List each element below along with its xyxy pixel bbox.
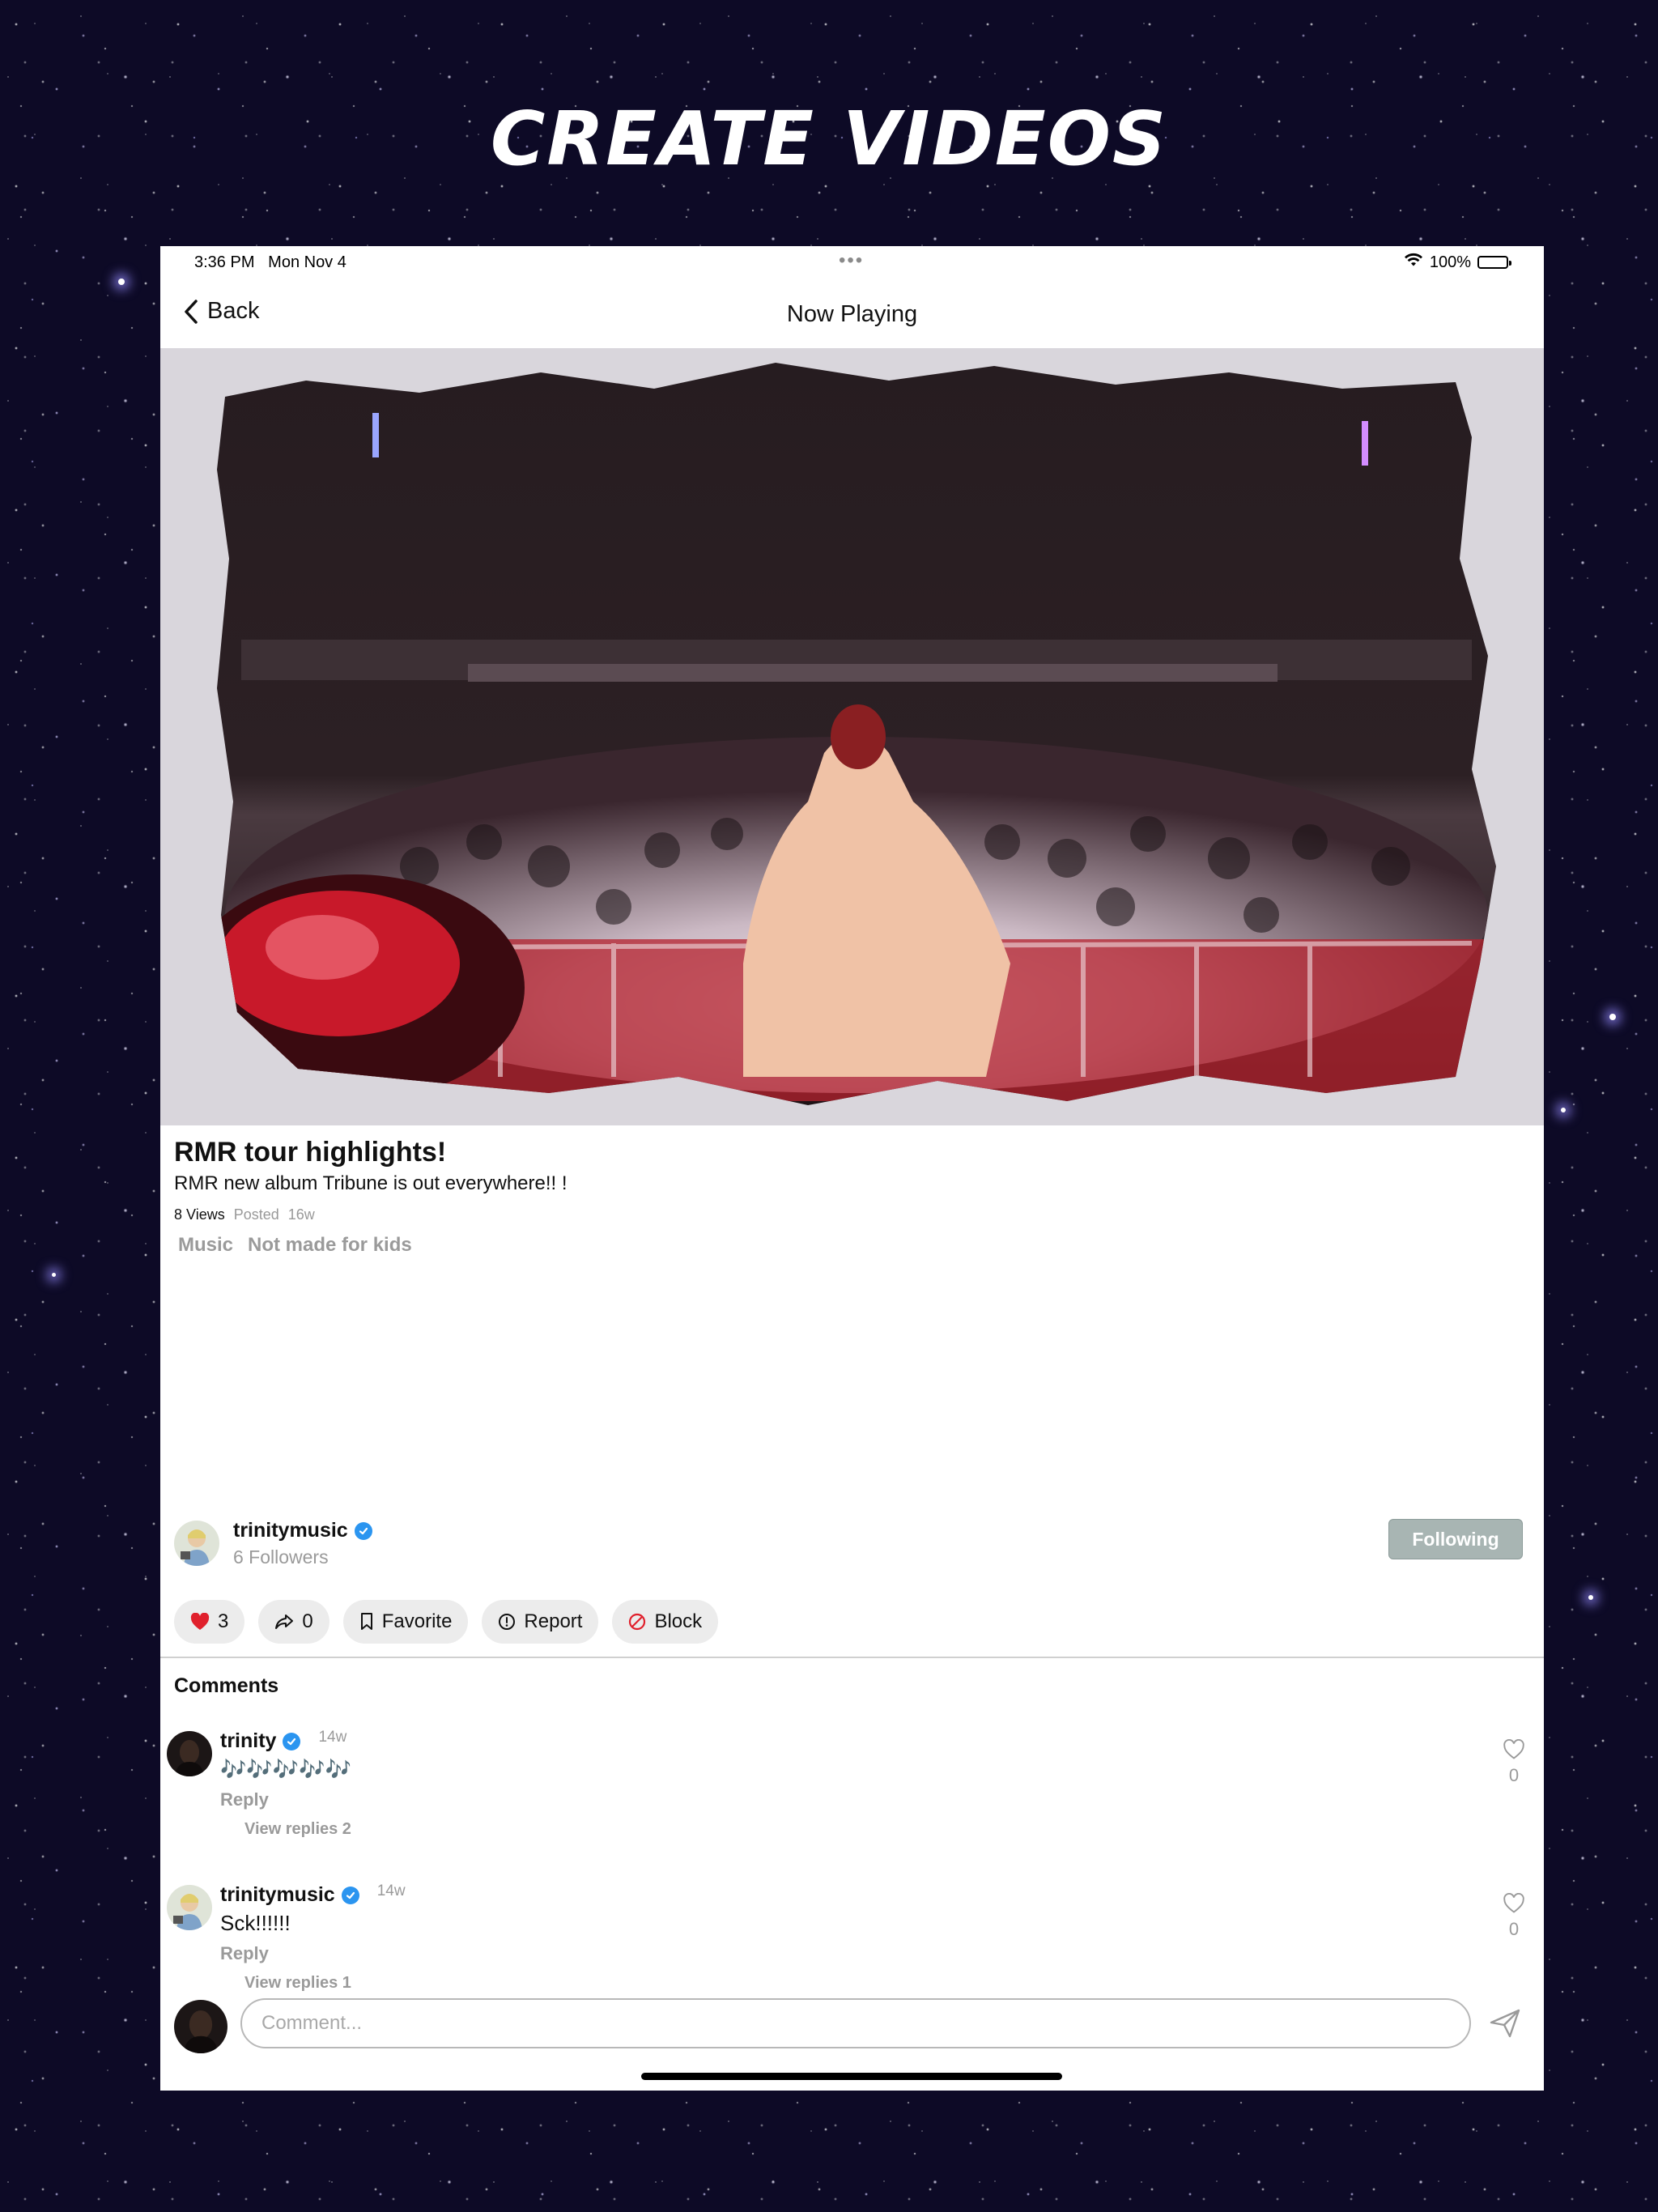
comment-text: Sck!!!!!! xyxy=(220,1911,291,1935)
share-button[interactable]: 0 xyxy=(258,1600,329,1644)
commenter-name[interactable]: trinity 14w xyxy=(220,1729,346,1753)
verified-badge-icon xyxy=(341,1886,359,1904)
current-user-avatar xyxy=(174,2000,227,2053)
comment-age: 14w xyxy=(376,1882,406,1899)
home-indicator[interactable] xyxy=(641,2073,1062,2080)
channel-name[interactable]: trinitymusic xyxy=(233,1519,372,1542)
comment-item: trinitymusic 14w Sck!!!!!! Reply View re… xyxy=(167,1882,1535,1995)
view-replies-link[interactable]: View replies 1 xyxy=(244,1974,351,1993)
comment-item: trinity 14w 🎶🎶🎶🎶🎶 Reply View replies 2 0 xyxy=(167,1728,1535,1841)
posted-label: Posted xyxy=(233,1206,279,1223)
report-button[interactable]: Report xyxy=(482,1600,599,1644)
posted-age: 16w xyxy=(287,1206,315,1223)
status-bar: 3:36 PM Mon Nov 4 ••• 100% xyxy=(160,246,1544,279)
channel-avatar[interactable] xyxy=(174,1521,219,1566)
video-tags: Music Not made for kids xyxy=(178,1234,412,1257)
heart-outline-icon xyxy=(1503,1738,1524,1759)
block-button[interactable]: Block xyxy=(612,1600,719,1644)
channel-row: trinitymusic 6 Followers Following xyxy=(174,1519,1534,1576)
send-paper-plane-icon xyxy=(1490,2009,1520,2038)
action-bar: 3 0 Favorite Report Block xyxy=(174,1600,719,1644)
wifi-icon xyxy=(1404,253,1423,272)
section-divider xyxy=(160,1657,1544,1658)
comment-input[interactable] xyxy=(240,1998,1471,2048)
battery-icon xyxy=(1477,256,1511,269)
commenter-name[interactable]: trinitymusic 14w xyxy=(220,1882,406,1907)
heart-outline-icon xyxy=(1503,1892,1524,1913)
comment-like-button[interactable]: 0 xyxy=(1498,1892,1530,1940)
app-screen: 3:36 PM Mon Nov 4 ••• 100% Back Now Play… xyxy=(160,246,1544,2091)
promo-title: CREATE VIDEOS xyxy=(490,96,1168,182)
share-arrow-icon xyxy=(275,1614,294,1629)
view-count: 8 Views xyxy=(174,1206,225,1223)
video-meta: 8 Views Posted 16w xyxy=(174,1206,315,1223)
video-title: RMR tour highlights! xyxy=(174,1137,447,1168)
navigation-bar: Back Now Playing xyxy=(160,279,1544,349)
nav-title: Now Playing xyxy=(786,301,918,327)
comment-composer xyxy=(174,1997,1534,2053)
verified-badge-icon xyxy=(283,1732,301,1750)
video-player[interactable] xyxy=(160,348,1544,1125)
status-time: 3:36 PM Mon Nov 4 xyxy=(194,253,346,271)
alert-circle-icon xyxy=(499,1614,516,1630)
comment-like-button[interactable]: 0 xyxy=(1498,1738,1530,1786)
battery-percent: 100% xyxy=(1429,253,1471,271)
view-replies-link[interactable]: View replies 2 xyxy=(244,1820,351,1839)
favorite-button[interactable]: Favorite xyxy=(342,1600,469,1644)
block-icon xyxy=(629,1613,646,1631)
reply-button[interactable]: Reply xyxy=(220,1943,269,1964)
verified-badge-icon xyxy=(354,1521,372,1540)
send-button[interactable] xyxy=(1489,2008,1521,2043)
comment-like-count: 0 xyxy=(1508,1765,1520,1785)
follower-count: 6 Followers xyxy=(233,1546,329,1568)
following-button[interactable]: Following xyxy=(1388,1519,1523,1559)
comment-age: 14w xyxy=(318,1728,347,1746)
video-description: RMR new album Tribune is out everywhere!… xyxy=(174,1172,568,1194)
multitasking-dots-icon[interactable]: ••• xyxy=(839,249,864,272)
like-button[interactable]: 3 xyxy=(174,1600,245,1644)
bookmark-icon xyxy=(360,1613,372,1630)
heart-filled-icon xyxy=(190,1613,210,1630)
tag-audience[interactable]: Not made for kids xyxy=(248,1234,412,1257)
tag-category[interactable]: Music xyxy=(178,1234,233,1257)
commenter-avatar[interactable] xyxy=(167,1885,212,1930)
comments-heading: Comments xyxy=(174,1674,279,1697)
comment-like-count: 0 xyxy=(1508,1919,1520,1939)
reply-button[interactable]: Reply xyxy=(220,1789,269,1810)
commenter-avatar[interactable] xyxy=(167,1731,212,1776)
comment-text: 🎶🎶🎶🎶🎶 xyxy=(220,1757,351,1781)
